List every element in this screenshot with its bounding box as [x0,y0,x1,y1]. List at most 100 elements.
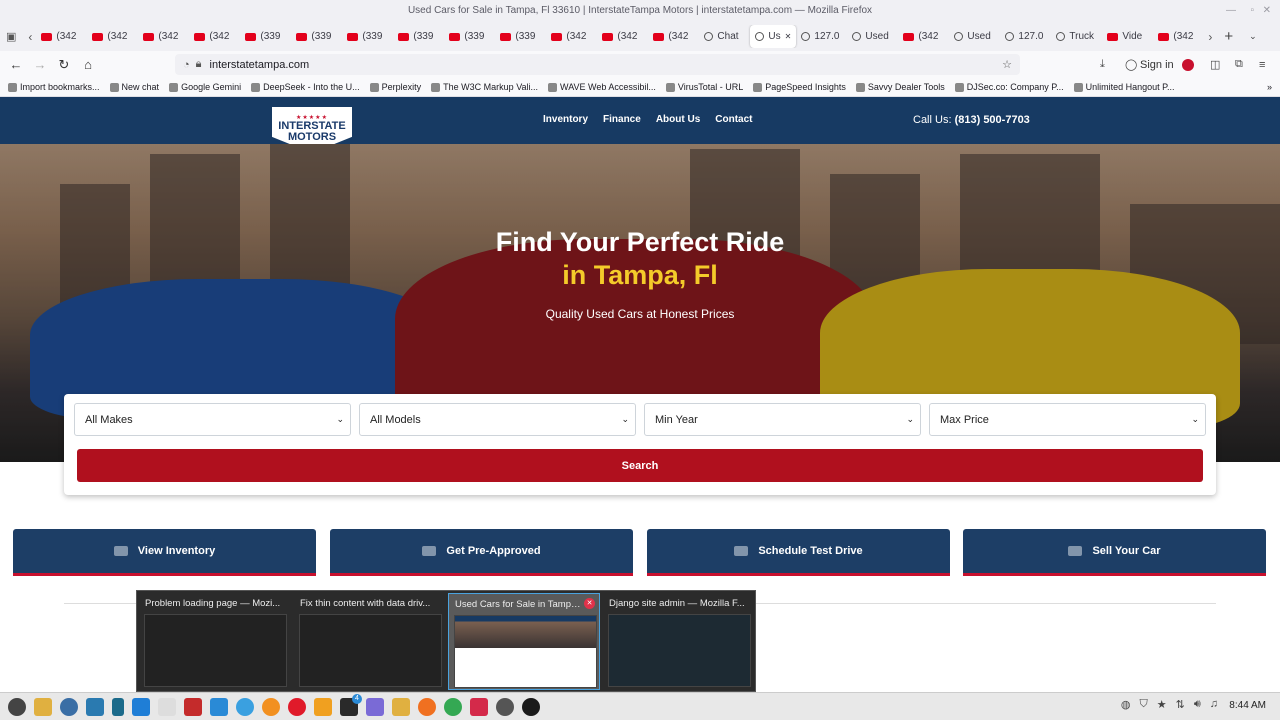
sublime-icon[interactable] [314,697,332,716]
search-button[interactable]: Search [77,449,1203,482]
extensions-puzzle-icon[interactable]: ⧉ [1235,58,1243,71]
extension-icon[interactable] [1182,58,1194,71]
downloads-icon[interactable]: ⤓ [1100,58,1105,71]
tab-11[interactable]: (342 [546,25,597,48]
tab-13[interactable]: (342 [648,25,699,48]
make-select[interactable]: All Makes ⌄ [74,403,351,436]
nav-about-us[interactable]: About Us [656,114,700,125]
schedule-test-drive-button[interactable]: Schedule Test Drive [647,529,950,576]
bookmark-item[interactable]: Perplexity [369,82,421,92]
obs-icon[interactable] [522,697,540,716]
tab-17[interactable]: Used [847,25,898,48]
model-select[interactable]: All Models ⌄ [359,403,636,436]
bookmarks-overflow-icon[interactable]: » [1267,82,1272,92]
nav-contact[interactable]: Contact [715,114,752,125]
tab-2[interactable]: (342 [87,25,138,48]
phone-number[interactable]: (813) 500-7703 [955,114,1030,126]
home-icon[interactable]: ⌂ [76,57,100,72]
vpn-icon[interactable]: ◍ [1121,698,1131,711]
start-menu-icon[interactable] [8,697,26,716]
tab-1[interactable]: (342 [36,25,87,48]
close-tab-icon[interactable]: ✕ [785,32,792,41]
close-window-icon[interactable]: ✕ [1263,0,1271,22]
reader-icon[interactable] [184,697,202,716]
sign-in-label[interactable]: Sign in [1140,59,1174,71]
tab-20[interactable]: 127.0 [1000,25,1051,48]
scroll-tabs-right-icon[interactable]: › [1208,30,1212,44]
tab-15[interactable]: Us ✕ [750,25,797,48]
star-icon[interactable]: ★ [1157,698,1167,711]
tab-4[interactable]: (342 [189,25,240,48]
view-inventory-button[interactable]: View Inventory [13,529,316,576]
tab-12[interactable]: (342 [597,25,648,48]
tab-6[interactable]: (339 [291,25,342,48]
tab-3[interactable]: (342 [138,25,189,48]
get-pre-approved-button[interactable]: Get Pre-Approved [330,529,633,576]
nav-finance[interactable]: Finance [603,114,641,125]
chrome-icon[interactable] [444,697,462,716]
tab-8[interactable]: (339 [393,25,444,48]
tab-19[interactable]: Used [949,25,1000,48]
screenshot-icon[interactable]: ◫ [1210,58,1220,71]
bookmark-item[interactable]: Google Gemini [169,82,241,92]
switcher-window-4[interactable]: Django site admin — Mozilla F... [603,593,755,690]
tab-14[interactable]: Chat [699,25,750,48]
blender-icon[interactable] [262,697,280,716]
url-text[interactable]: interstatetampa.com [210,59,310,71]
lock-icon[interactable]: 🔒︎ [196,58,202,71]
bookmark-star-icon[interactable]: ☆ [1002,58,1012,71]
tab-18[interactable]: (342 [898,25,949,48]
notes-icon[interactable] [366,697,384,716]
app-menu-icon[interactable]: ≡ [1259,59,1265,71]
bookmark-item[interactable]: Unlimited Hangout P... [1073,82,1175,92]
tab-9[interactable]: (339 [444,25,495,48]
tab-16[interactable]: 127.0 [796,25,847,48]
tab-5[interactable]: (339 [240,25,291,48]
app-icon[interactable] [60,697,78,716]
tracking-shield-icon[interactable]: ◔ [183,59,190,71]
files-icon[interactable] [34,697,52,716]
tab-22[interactable]: Vide [1102,25,1153,48]
clock[interactable]: 8:44 AM [1229,700,1266,711]
switcher-window-2[interactable]: Fix thin content with data driv... [294,593,446,690]
camera-icon[interactable] [86,697,104,716]
bookmark-item[interactable]: New chat [109,82,159,92]
tab-21[interactable]: Truck [1051,25,1102,48]
minimize-icon[interactable]: — [1226,0,1236,22]
bookmark-item[interactable]: PageSpeed Insights [753,82,846,92]
tab-10[interactable]: (339 [495,25,546,48]
switcher-window-1[interactable]: Problem loading page — Mozi... [139,593,291,690]
sell-your-car-button[interactable]: Sell Your Car [963,529,1266,576]
account-icon[interactable]: ◯ [1125,58,1137,71]
opera-icon[interactable] [288,697,306,716]
settings-icon[interactable] [496,697,514,716]
close-icon[interactable]: ✕ [584,598,595,609]
bookmark-item[interactable]: DJSec.co: Company P... [954,82,1064,92]
browser-icon[interactable] [236,697,254,716]
call-us[interactable]: Call Us: (813) 500-7703 [913,114,1030,126]
tab-7[interactable]: (339 [342,25,393,48]
inkscape-icon[interactable] [158,697,176,716]
switcher-window-3[interactable]: Used Cars for Sale in Tampa, Fl... ✕ [448,593,600,690]
forward-icon[interactable]: → [28,57,52,72]
bookmark-item[interactable]: DeepSeek - Into the U... [251,82,360,92]
bookmark-item[interactable]: Savvy Dealer Tools [855,82,945,92]
app-icon[interactable] [470,697,488,716]
terminal-icon[interactable]: 4 [340,693,362,716]
tab-list-icon[interactable]: ▣ [6,30,16,43]
terminal-icon[interactable] [112,697,124,716]
text-editor-icon[interactable] [210,697,228,716]
url-bar[interactable]: ◔ 🔒︎ interstatetampa.com ☆ [175,54,1020,75]
back-icon[interactable]: ← [4,57,28,72]
maximize-icon[interactable]: ▫ [1250,0,1254,22]
vscode-icon[interactable] [132,697,150,716]
firefox-icon[interactable] [418,697,436,716]
volume-icon[interactable]: 🔊︎ [1194,698,1201,711]
bookmark-item[interactable]: The W3C Markup Vali... [431,82,538,92]
scroll-tabs-left-icon[interactable]: ‹ [28,30,32,44]
max-price-select[interactable]: Max Price ⌄ [929,403,1206,436]
min-year-select[interactable]: Min Year ⌄ [644,403,921,436]
shield-icon[interactable]: ⛉ [1139,698,1147,711]
bookmark-item[interactable]: Import bookmarks... [8,82,100,92]
tab-overflow-icon[interactable]: ⌄ [1249,31,1257,42]
